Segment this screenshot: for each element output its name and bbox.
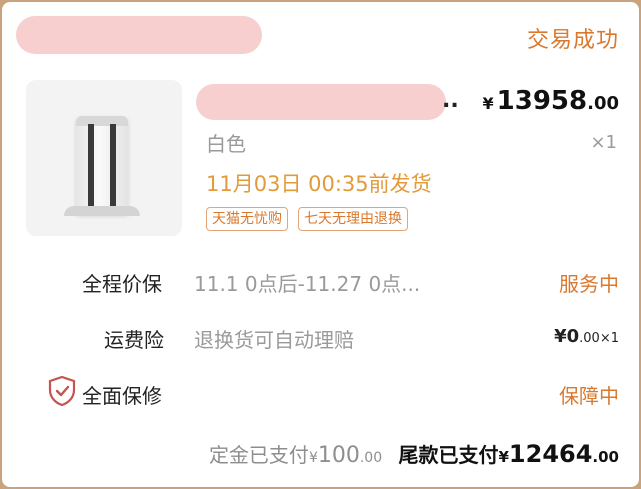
product-thumbnail[interactable] — [26, 80, 182, 236]
deposit-currency: ¥ — [308, 450, 318, 466]
full-warranty-status[interactable]: 保障中 — [559, 380, 619, 409]
product-title-ellipsis: .. — [442, 88, 459, 113]
insurance-quantity: ×1 — [599, 331, 619, 346]
deposit-paid: 定金已支付¥100.00 — [208, 443, 389, 468]
shipping-insurance-price: ¥0.00×1 — [554, 326, 619, 347]
final-currency: ¥ — [498, 448, 509, 466]
final-decimal: .00 — [592, 448, 619, 466]
final-paid: 尾款已支付¥12464.00 — [398, 440, 619, 468]
air-purifier-image — [76, 116, 128, 214]
shipping-insurance-label: 运费险 — [104, 328, 164, 352]
price-integer: 13958 — [496, 86, 588, 116]
insurance-price-decimal: .00 — [579, 331, 600, 346]
deposit-integer: 100 — [317, 443, 360, 468]
final-integer: 12464 — [508, 440, 593, 468]
insurance-price-integer: ¥0 — [554, 326, 580, 347]
full-warranty-label: 全面保修 — [82, 384, 162, 408]
price-decimal: .00 — [587, 93, 619, 114]
product-sku: 白色 — [206, 132, 246, 156]
product-price: ¥13958.00 — [483, 86, 620, 116]
ship-notice: 11月03日 00:35前发货 — [206, 172, 432, 196]
price-currency: ¥ — [482, 94, 494, 113]
shipping-insurance-desc: 退换货可自动理赔 — [194, 328, 354, 352]
product-quantity: ×1 — [590, 132, 617, 153]
price-protection-status[interactable]: 服务中 — [559, 268, 619, 297]
order-card[interactable]: 交易成功 .. ¥13958.00 白色 ×1 11月03日 00:35前发货 … — [2, 2, 639, 487]
deposit-decimal: .00 — [359, 450, 383, 466]
tag-seven-day-return[interactable]: 七天无理由退换 — [298, 207, 408, 231]
deposit-label: 定金已支付 — [208, 443, 309, 467]
service-tags: 天猫无忧购 七天无理由退换 — [206, 207, 408, 231]
shop-name-redacted[interactable] — [16, 16, 262, 54]
final-label: 尾款已支付 — [398, 443, 499, 467]
price-protection-period: 11.1 0点后-11.27 0点... — [194, 272, 421, 296]
product-title-redacted[interactable] — [196, 84, 446, 120]
price-protection-label: 全程价保 — [82, 272, 162, 296]
payment-summary: 定金已支付¥100.00 尾款已支付¥12464.00 — [209, 439, 619, 468]
order-status: 交易成功 — [526, 28, 619, 53]
shield-check-icon — [48, 376, 76, 406]
tag-tmall-worry-free[interactable]: 天猫无忧购 — [206, 207, 288, 231]
